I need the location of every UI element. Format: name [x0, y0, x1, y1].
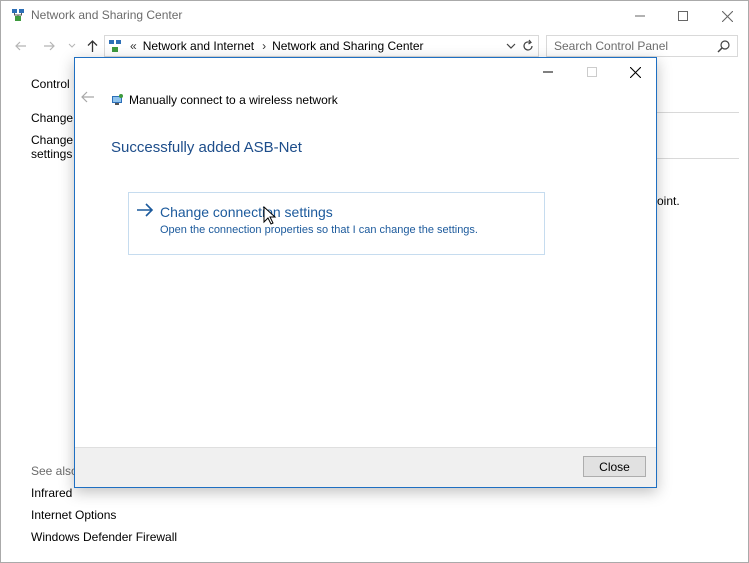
divider — [657, 112, 739, 113]
dialog-back-arrow-icon[interactable] — [81, 91, 97, 107]
windows-defender-firewall-link[interactable]: Windows Defender Firewall — [31, 530, 177, 544]
address-dropdown-icon[interactable] — [506, 39, 516, 56]
close-window-button[interactable] — [705, 1, 749, 31]
success-message: Successfully added ASB-Net — [111, 139, 302, 156]
search-input[interactable]: Search Control Panel — [546, 35, 738, 57]
dialog-close-button[interactable] — [613, 58, 657, 86]
minimize-button[interactable] — [618, 1, 662, 31]
infrared-link[interactable]: Infrared — [31, 486, 72, 500]
dialog-footer: Close — [75, 447, 656, 487]
dialog-title: Manually connect to a wireless network — [129, 93, 338, 107]
address-bar[interactable]: « Network and Internet › Network and Sha… — [104, 35, 539, 57]
wireless-network-icon — [110, 93, 124, 107]
mouse-cursor-icon — [263, 205, 277, 226]
breadcrumb-separator[interactable]: › — [262, 39, 266, 53]
network-app-icon — [11, 8, 25, 22]
control-panel-icon — [108, 39, 122, 53]
divider — [657, 158, 739, 159]
recent-locations-icon[interactable] — [64, 38, 80, 54]
option-description: Open the connection properties so that I… — [160, 224, 478, 236]
see-also-heading: See also — [31, 464, 78, 478]
close-icon — [721, 10, 733, 22]
close-button[interactable]: Close — [583, 456, 646, 477]
breadcrumb-overflow[interactable]: « — [130, 39, 137, 53]
background-text-fragment: oint. — [657, 194, 680, 208]
maximize-button[interactable] — [661, 1, 705, 31]
close-icon — [629, 66, 641, 78]
change-connection-settings-option[interactable]: Change connection settings Open the conn… — [128, 192, 545, 255]
change-advanced-sharing-link-line2[interactable]: settings — [31, 147, 72, 161]
search-placeholder: Search Control Panel — [554, 39, 669, 53]
refresh-icon[interactable] — [521, 38, 535, 57]
dialog-maximize-button — [570, 58, 614, 86]
navigation-row: « Network and Internet › Network and Sha… — [1, 34, 748, 58]
back-arrow-icon[interactable] — [13, 38, 29, 54]
maximize-icon — [587, 67, 597, 77]
internet-options-link[interactable]: Internet Options — [31, 508, 116, 522]
title-bar: Network and Sharing Center — [1, 1, 748, 31]
right-arrow-icon — [136, 202, 154, 218]
breadcrumb-network-internet[interactable]: Network and Internet — [143, 39, 254, 53]
dialog-minimize-button[interactable] — [526, 58, 570, 86]
search-icon[interactable] — [717, 39, 731, 56]
connect-wireless-dialog: Manually connect to a wireless network S… — [74, 57, 657, 488]
maximize-icon — [678, 11, 688, 21]
forward-arrow-icon[interactable] — [41, 38, 57, 54]
window-title: Network and Sharing Center — [31, 8, 183, 22]
minimize-icon — [543, 71, 553, 73]
minimize-icon — [635, 15, 645, 17]
up-arrow-icon[interactable] — [84, 38, 100, 54]
breadcrumb-network-sharing-center[interactable]: Network and Sharing Center — [272, 39, 423, 53]
option-title: Change connection settings — [160, 204, 333, 220]
